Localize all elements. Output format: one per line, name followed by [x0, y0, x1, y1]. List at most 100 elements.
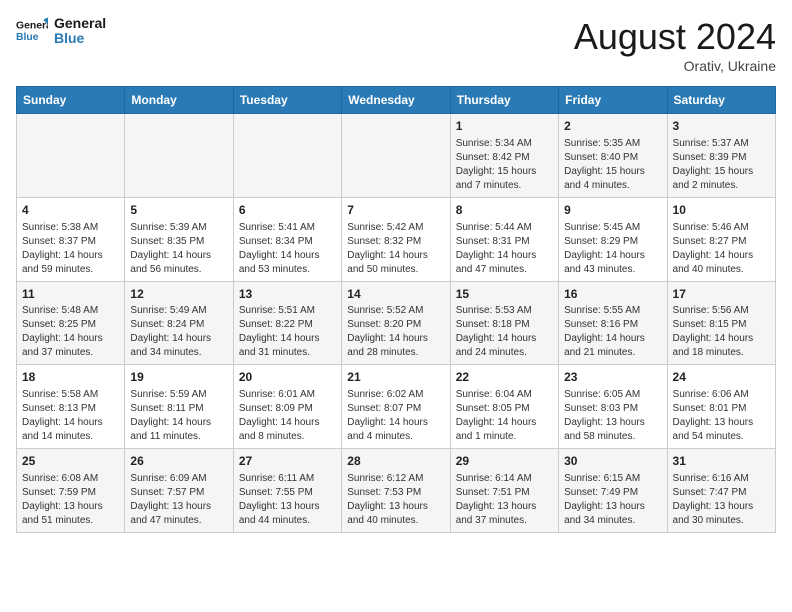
svg-text:Blue: Blue	[16, 32, 39, 43]
day-header-monday: Monday	[125, 87, 233, 114]
logo: General Blue General Blue	[16, 16, 106, 47]
day-info: Sunrise: 5:34 AM Sunset: 8:42 PM Dayligh…	[456, 137, 553, 193]
calendar-day-29: 29 Sunrise: 6:14 AM Sunset: 7:51 PM Dayli…	[450, 449, 558, 533]
calendar-day-23: 23Sunrise: 6:05 AM Sunset: 8:03 PM Dayli…	[559, 365, 667, 449]
calendar-week-5: 25 Sunrise: 6:08 AM Sunset: 7:59 PM Dayli…	[17, 449, 776, 533]
day-number: 11	[22, 286, 119, 303]
calendar-body: 1 Sunrise: 5:34 AM Sunset: 8:42 PM Daylig…	[17, 114, 776, 533]
day-info: Sunrise: 5:49 AM Sunset: 8:24 PM Dayligh…	[130, 304, 227, 360]
calendar-day-17: 17Sunrise: 5:56 AM Sunset: 8:15 PM Dayli…	[667, 281, 775, 365]
day-info: Sunrise: 5:38 AM Sunset: 8:37 PM Dayligh…	[22, 221, 119, 277]
day-number: 24	[673, 369, 770, 386]
day-number: 10	[673, 202, 770, 219]
page-header: General Blue General Blue August 2024 Or…	[16, 16, 776, 74]
empty-cell	[17, 114, 125, 198]
day-info: Sunrise: 6:05 AM Sunset: 8:03 PM Dayligh…	[564, 388, 661, 444]
calendar-day-1: 1 Sunrise: 5:34 AM Sunset: 8:42 PM Daylig…	[450, 114, 558, 198]
day-info: Sunrise: 6:08 AM Sunset: 7:59 PM Dayligh…	[22, 472, 119, 528]
calendar-week-3: 11Sunrise: 5:48 AM Sunset: 8:25 PM Dayli…	[17, 281, 776, 365]
logo-blue: Blue	[54, 31, 106, 46]
day-number: 12	[130, 286, 227, 303]
day-info: Sunrise: 6:16 AM Sunset: 7:47 PM Dayligh…	[673, 472, 770, 528]
calendar-table: SundayMondayTuesdayWednesdayThursdayFrid…	[16, 86, 776, 533]
day-number: 14	[347, 286, 444, 303]
calendar-day-28: 28Sunrise: 6:12 AM Sunset: 7:53 PM Dayli…	[342, 449, 450, 533]
day-info: Sunrise: 5:52 AM Sunset: 8:20 PM Dayligh…	[347, 304, 444, 360]
calendar-day-18: 18 Sunrise: 5:58 AM Sunset: 8:13 PM Dayli…	[17, 365, 125, 449]
day-number: 20	[239, 369, 336, 386]
day-info: Sunrise: 5:46 AM Sunset: 8:27 PM Dayligh…	[673, 221, 770, 277]
calendar-day-8: 8Sunrise: 5:44 AM Sunset: 8:31 PM Daylig…	[450, 197, 558, 281]
calendar-day-26: 26Sunrise: 6:09 AM Sunset: 7:57 PM Dayli…	[125, 449, 233, 533]
day-number: 16	[564, 286, 661, 303]
day-header-tuesday: Tuesday	[233, 87, 341, 114]
day-number: 31	[673, 453, 770, 470]
day-header-thursday: Thursday	[450, 87, 558, 114]
day-number: 22	[456, 369, 553, 386]
calendar-day-21: 21Sunrise: 6:02 AM Sunset: 8:07 PM Dayli…	[342, 365, 450, 449]
svg-text:General: General	[16, 21, 48, 32]
day-info: Sunrise: 5:53 AM Sunset: 8:18 PM Dayligh…	[456, 304, 553, 360]
logo-general: General	[54, 16, 106, 31]
day-info: Sunrise: 6:01 AM Sunset: 8:09 PM Dayligh…	[239, 388, 336, 444]
calendar-day-22: 22 Sunrise: 6:04 AM Sunset: 8:05 PM Dayli…	[450, 365, 558, 449]
calendar-week-4: 18 Sunrise: 5:58 AM Sunset: 8:13 PM Dayli…	[17, 365, 776, 449]
logo-icon: General Blue	[16, 17, 48, 45]
day-info: Sunrise: 5:44 AM Sunset: 8:31 PM Dayligh…	[456, 221, 553, 277]
day-info: Sunrise: 5:45 AM Sunset: 8:29 PM Dayligh…	[564, 221, 661, 277]
calendar-day-30: 30 Sunrise: 6:15 AM Sunset: 7:49 PM Dayli…	[559, 449, 667, 533]
calendar-day-25: 25 Sunrise: 6:08 AM Sunset: 7:59 PM Dayli…	[17, 449, 125, 533]
day-number: 29	[456, 453, 553, 470]
calendar-day-31: 31 Sunrise: 6:16 AM Sunset: 7:47 PM Dayli…	[667, 449, 775, 533]
calendar-day-12: 12Sunrise: 5:49 AM Sunset: 8:24 PM Dayli…	[125, 281, 233, 365]
empty-cell	[233, 114, 341, 198]
day-number: 3	[673, 118, 770, 135]
day-info: Sunrise: 6:04 AM Sunset: 8:05 PM Dayligh…	[456, 388, 553, 444]
day-info: Sunrise: 5:51 AM Sunset: 8:22 PM Dayligh…	[239, 304, 336, 360]
day-info: Sunrise: 6:12 AM Sunset: 7:53 PM Dayligh…	[347, 472, 444, 528]
day-number: 6	[239, 202, 336, 219]
day-number: 13	[239, 286, 336, 303]
day-number: 1	[456, 118, 553, 135]
calendar-day-4: 4 Sunrise: 5:38 AM Sunset: 8:37 PM Daylig…	[17, 197, 125, 281]
day-number: 5	[130, 202, 227, 219]
calendar-day-16: 16Sunrise: 5:55 AM Sunset: 8:16 PM Dayli…	[559, 281, 667, 365]
day-number: 19	[130, 369, 227, 386]
day-info: Sunrise: 5:58 AM Sunset: 8:13 PM Dayligh…	[22, 388, 119, 444]
day-info: Sunrise: 5:59 AM Sunset: 8:11 PM Dayligh…	[130, 388, 227, 444]
day-info: Sunrise: 5:39 AM Sunset: 8:35 PM Dayligh…	[130, 221, 227, 277]
day-info: Sunrise: 5:48 AM Sunset: 8:25 PM Dayligh…	[22, 304, 119, 360]
day-info: Sunrise: 6:15 AM Sunset: 7:49 PM Dayligh…	[564, 472, 661, 528]
day-info: Sunrise: 5:37 AM Sunset: 8:39 PM Dayligh…	[673, 137, 770, 193]
calendar-day-20: 20 Sunrise: 6:01 AM Sunset: 8:09 PM Dayli…	[233, 365, 341, 449]
month-title: August 2024	[574, 16, 776, 58]
day-number: 2	[564, 118, 661, 135]
calendar-day-19: 19 Sunrise: 5:59 AM Sunset: 8:11 PM Dayli…	[125, 365, 233, 449]
days-header-row: SundayMondayTuesdayWednesdayThursdayFrid…	[17, 87, 776, 114]
day-header-sunday: Sunday	[17, 87, 125, 114]
day-number: 7	[347, 202, 444, 219]
day-header-saturday: Saturday	[667, 87, 775, 114]
empty-cell	[342, 114, 450, 198]
calendar-day-24: 24 Sunrise: 6:06 AM Sunset: 8:01 PM Dayli…	[667, 365, 775, 449]
calendar-day-27: 27Sunrise: 6:11 AM Sunset: 7:55 PM Dayli…	[233, 449, 341, 533]
day-number: 18	[22, 369, 119, 386]
calendar-day-5: 5 Sunrise: 5:39 AM Sunset: 8:35 PM Daylig…	[125, 197, 233, 281]
day-number: 9	[564, 202, 661, 219]
day-info: Sunrise: 6:14 AM Sunset: 7:51 PM Dayligh…	[456, 472, 553, 528]
day-header-wednesday: Wednesday	[342, 87, 450, 114]
calendar-day-2: 2 Sunrise: 5:35 AM Sunset: 8:40 PM Daylig…	[559, 114, 667, 198]
calendar-day-13: 13Sunrise: 5:51 AM Sunset: 8:22 PM Dayli…	[233, 281, 341, 365]
day-number: 26	[130, 453, 227, 470]
calendar-day-10: 10 Sunrise: 5:46 AM Sunset: 8:27 PM Dayli…	[667, 197, 775, 281]
calendar-week-1: 1 Sunrise: 5:34 AM Sunset: 8:42 PM Daylig…	[17, 114, 776, 198]
calendar-day-7: 7 Sunrise: 5:42 AM Sunset: 8:32 PM Daylig…	[342, 197, 450, 281]
day-number: 25	[22, 453, 119, 470]
calendar-day-9: 9 Sunrise: 5:45 AM Sunset: 8:29 PM Daylig…	[559, 197, 667, 281]
day-info: Sunrise: 5:35 AM Sunset: 8:40 PM Dayligh…	[564, 137, 661, 193]
day-info: Sunrise: 5:42 AM Sunset: 8:32 PM Dayligh…	[347, 221, 444, 277]
day-info: Sunrise: 6:02 AM Sunset: 8:07 PM Dayligh…	[347, 388, 444, 444]
day-number: 4	[22, 202, 119, 219]
day-info: Sunrise: 6:06 AM Sunset: 8:01 PM Dayligh…	[673, 388, 770, 444]
day-number: 30	[564, 453, 661, 470]
